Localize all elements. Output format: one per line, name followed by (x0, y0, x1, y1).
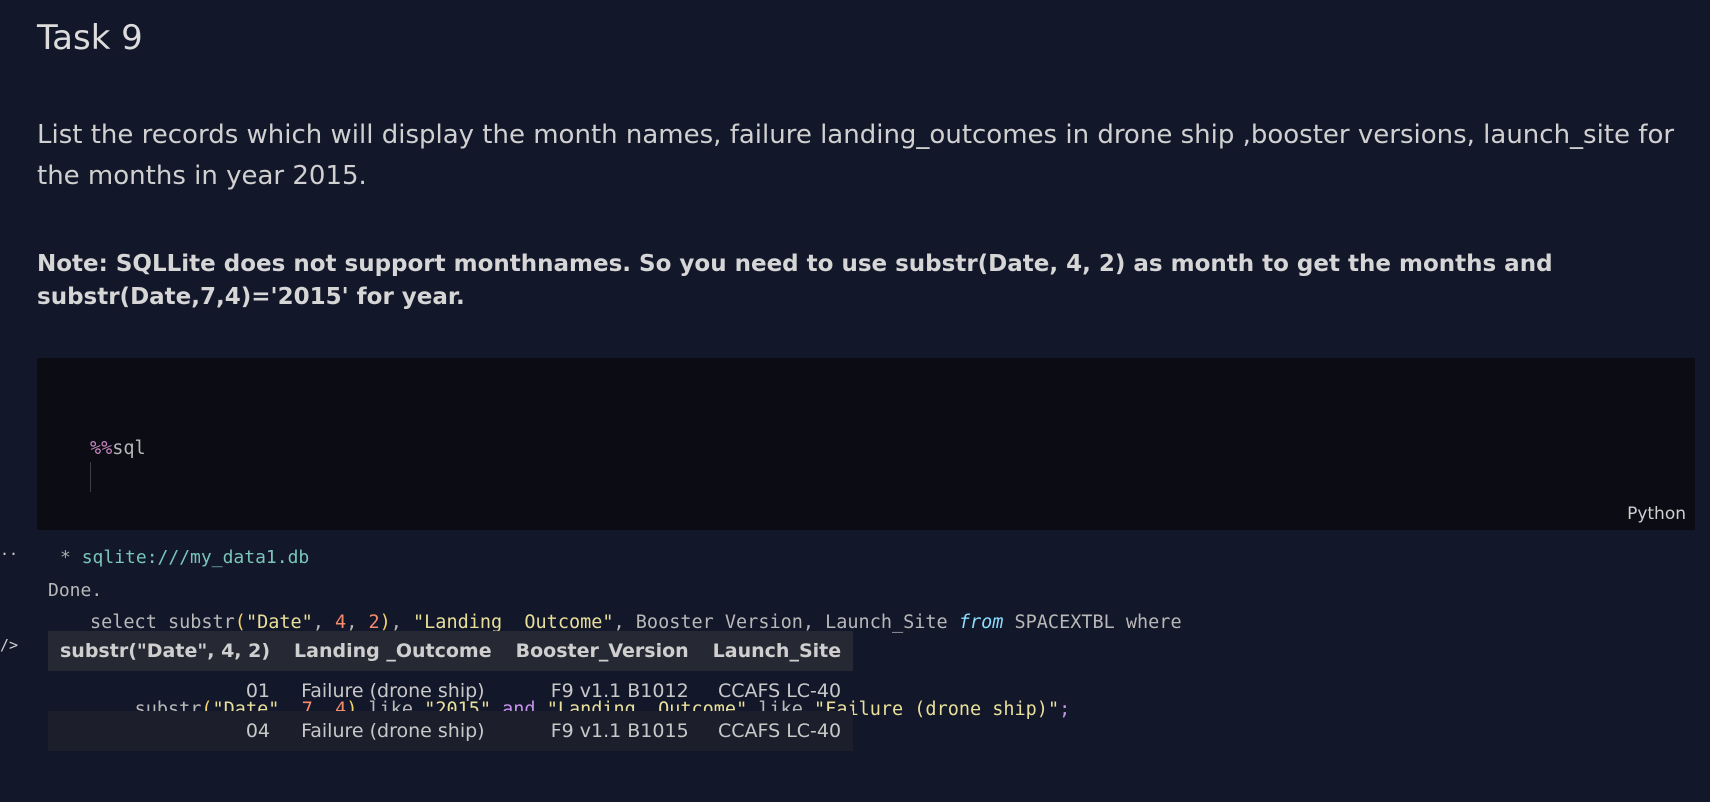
table-cell: F9 v1.1 B1012 (550, 680, 689, 702)
table-row: 01 Failure (drone ship) F9 v1.1 B1012 CC… (48, 671, 853, 711)
code-cell[interactable]: %%sql select substr("Date", 4, 2), "Land… (37, 358, 1695, 720)
tok-paren-open: ( (234, 612, 246, 633)
table-row: 04 Failure (drone ship) F9 v1.1 B1015 CC… (48, 711, 854, 751)
connection-string: sqlite:///my_data1.db (81, 547, 310, 568)
column-header: substr("Date", 4, 2) (48, 631, 283, 671)
magic-prefix: %% (90, 438, 113, 459)
tok-comma: , (613, 612, 636, 633)
table-cell: Failure (drone ship) (301, 680, 485, 702)
tok-comma: , (346, 612, 369, 633)
status-text: Done. (48, 580, 103, 601)
column-header: Landing _Outcome (282, 631, 504, 671)
tok-comma: , (390, 612, 414, 633)
tok-select: select (90, 612, 157, 633)
column-header: Launch_Site (700, 631, 854, 671)
column-header: Booster_Version (503, 631, 701, 671)
table-cell: Failure (drone ship) (282, 711, 504, 751)
tok-cols: Booster_Version, Launch_Site (635, 612, 948, 633)
task-heading: Task 9 (37, 18, 143, 58)
result-table: substr("Date", 4, 2) Landing _Outcome Bo… (48, 631, 854, 751)
tok-semicolon: ; (1059, 699, 1071, 720)
sql-note: Note: SQLLite does not support monthname… (37, 248, 1707, 314)
tok-table: SPACEXTBL where (1014, 612, 1182, 633)
table-cell: CCAFS LC-40 (717, 680, 842, 702)
output-code-icon[interactable]: /> (0, 636, 18, 654)
task-description: List the records which will display the … (37, 115, 1707, 197)
table-cell: 04 (48, 711, 283, 751)
tok-from: from (958, 612, 1004, 633)
tok-substr: substr (167, 612, 235, 633)
code-line-1: %%sql (90, 434, 1182, 463)
table-cell: CCAFS LC-40 (700, 711, 854, 751)
connection-prefix: * (60, 547, 82, 568)
tok-num: 4 (335, 612, 347, 633)
tok-num: 2 (368, 612, 380, 633)
magic-name: sql (112, 438, 146, 459)
connection-line: * sqlite:///my_data1.db (60, 545, 309, 571)
tok-paren-close: ) (379, 612, 391, 633)
tok-comma: , (312, 612, 336, 633)
tok-col: "Landing _Outcome" (413, 612, 614, 633)
output-more-icon[interactable]: ·· (0, 545, 18, 563)
cell-language-button[interactable]: Python (1627, 504, 1686, 524)
table-header-row: substr("Date", 4, 2) Landing _Outcome Bo… (48, 631, 854, 671)
table-cell: F9 v1.1 B1015 (503, 711, 701, 751)
table-cell: 01 (245, 680, 271, 702)
tok-date: "Date" (245, 612, 313, 633)
note-text: Note: SQLLite does not support monthname… (37, 251, 1553, 310)
description-text: List the records which will display the … (37, 120, 1675, 191)
